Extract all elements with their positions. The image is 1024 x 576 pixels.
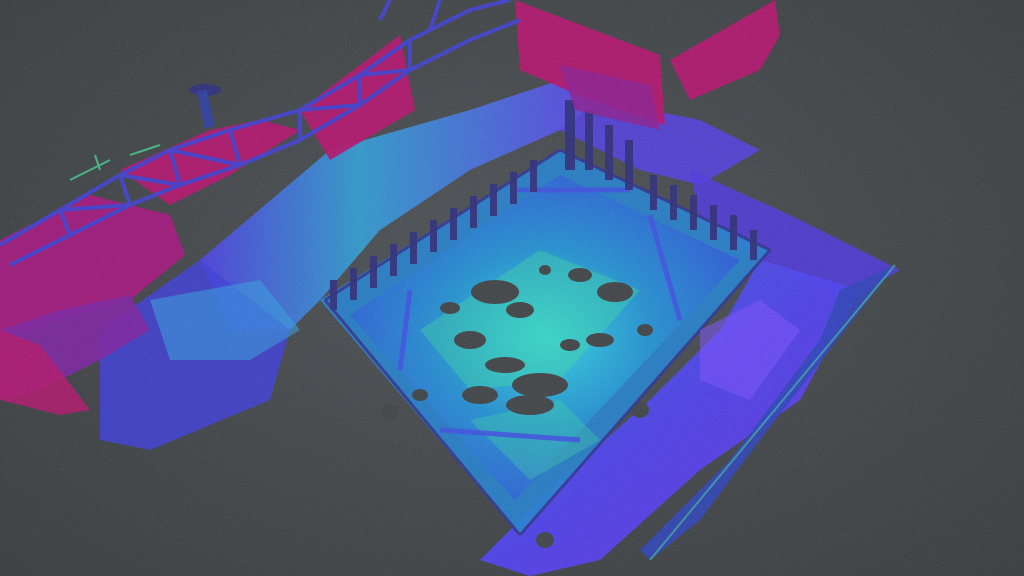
point-cloud-viewport[interactable] <box>0 0 1024 576</box>
point-noise-overlay <box>0 0 1024 576</box>
point-cloud-render[interactable] <box>0 0 1024 576</box>
